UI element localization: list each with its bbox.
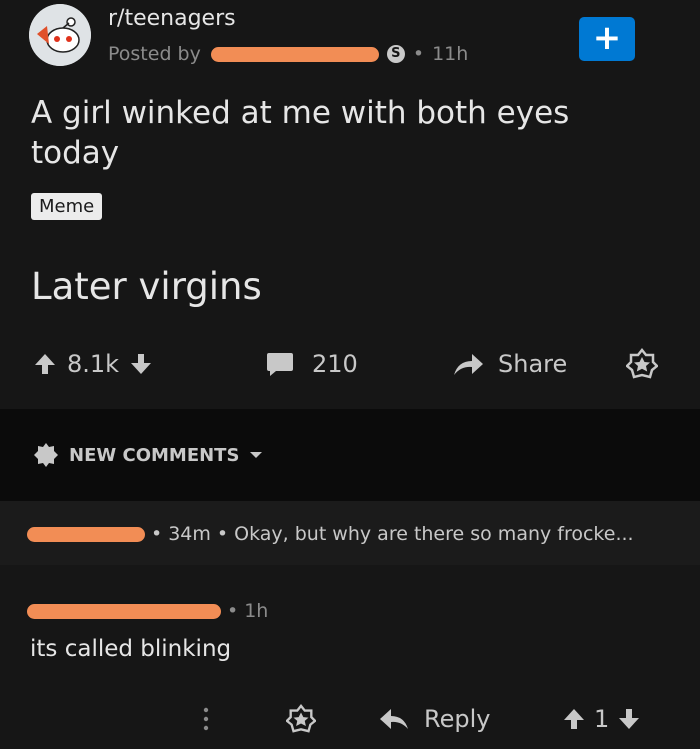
- upvote-icon[interactable]: [562, 707, 586, 731]
- post-score: 8.1k: [67, 350, 120, 378]
- more-options-icon: [203, 707, 209, 731]
- redacted-username: [27, 526, 145, 542]
- meta-dot: •: [216, 523, 229, 545]
- comment-2-meta: • 1h: [27, 600, 268, 622]
- new-sort-icon: [34, 443, 58, 467]
- subreddit-avatar[interactable]: [29, 4, 91, 66]
- share-button[interactable]: Share: [452, 340, 567, 388]
- share-label: Share: [498, 350, 568, 378]
- comment-2-time: 1h: [244, 600, 269, 622]
- comment-1-meta: • 34m • Okay, but why are there so many …: [27, 523, 634, 545]
- meta-dot: •: [227, 600, 239, 622]
- meta-dot: •: [412, 43, 425, 65]
- post-action-bar: 8.1k 210 Share: [0, 340, 700, 388]
- posted-by-label: Posted by: [108, 43, 201, 65]
- post-meta: Posted by S • 11h: [108, 43, 468, 65]
- award-icon: [286, 704, 316, 733]
- redacted-username: [210, 46, 379, 62]
- comment-award-button[interactable]: [286, 696, 316, 742]
- snoo-icon: [29, 4, 91, 66]
- comment-1-time: 34m: [168, 523, 211, 545]
- comments-button[interactable]: 210: [266, 340, 358, 388]
- silver-award-icon: S: [386, 45, 405, 63]
- redacted-username: [27, 603, 221, 619]
- post-flair[interactable]: Meme: [31, 193, 103, 220]
- comment-action-bar: Reply 1: [0, 696, 700, 742]
- comment-1-preview: Okay, but why are there so many frocke..…: [234, 523, 634, 545]
- join-button[interactable]: +: [579, 17, 635, 61]
- comment-icon: [267, 353, 293, 376]
- reply-icon: [380, 709, 408, 729]
- downvote-icon[interactable]: [617, 707, 641, 731]
- award-button[interactable]: [626, 340, 658, 388]
- post-body: Later virgins: [31, 265, 262, 308]
- vote-group: 8.1k: [33, 340, 153, 388]
- comment-vote-group: 1: [562, 696, 641, 742]
- share-icon: [454, 354, 483, 375]
- upvote-icon[interactable]: [33, 352, 57, 376]
- comment-count: 210: [312, 350, 358, 378]
- meta-dot: •: [151, 523, 163, 545]
- award-icon: [626, 348, 658, 379]
- downvote-icon[interactable]: [129, 352, 153, 376]
- post-title[interactable]: A girl winked at me with both eyes today: [31, 93, 651, 173]
- comment-2-body: its called blinking: [30, 636, 232, 662]
- post-time: 11h: [432, 43, 469, 65]
- more-options-button[interactable]: [199, 696, 213, 742]
- comment-score: 1: [594, 705, 610, 733]
- sort-label: NEW COMMENTS: [69, 444, 240, 466]
- reply-label: Reply: [424, 705, 491, 733]
- subreddit-name[interactable]: r/teenagers: [108, 6, 236, 31]
- comments-sort-dropdown[interactable]: NEW COMMENTS: [33, 442, 263, 468]
- chevron-down-icon: [250, 452, 263, 458]
- reply-button[interactable]: Reply: [378, 696, 490, 742]
